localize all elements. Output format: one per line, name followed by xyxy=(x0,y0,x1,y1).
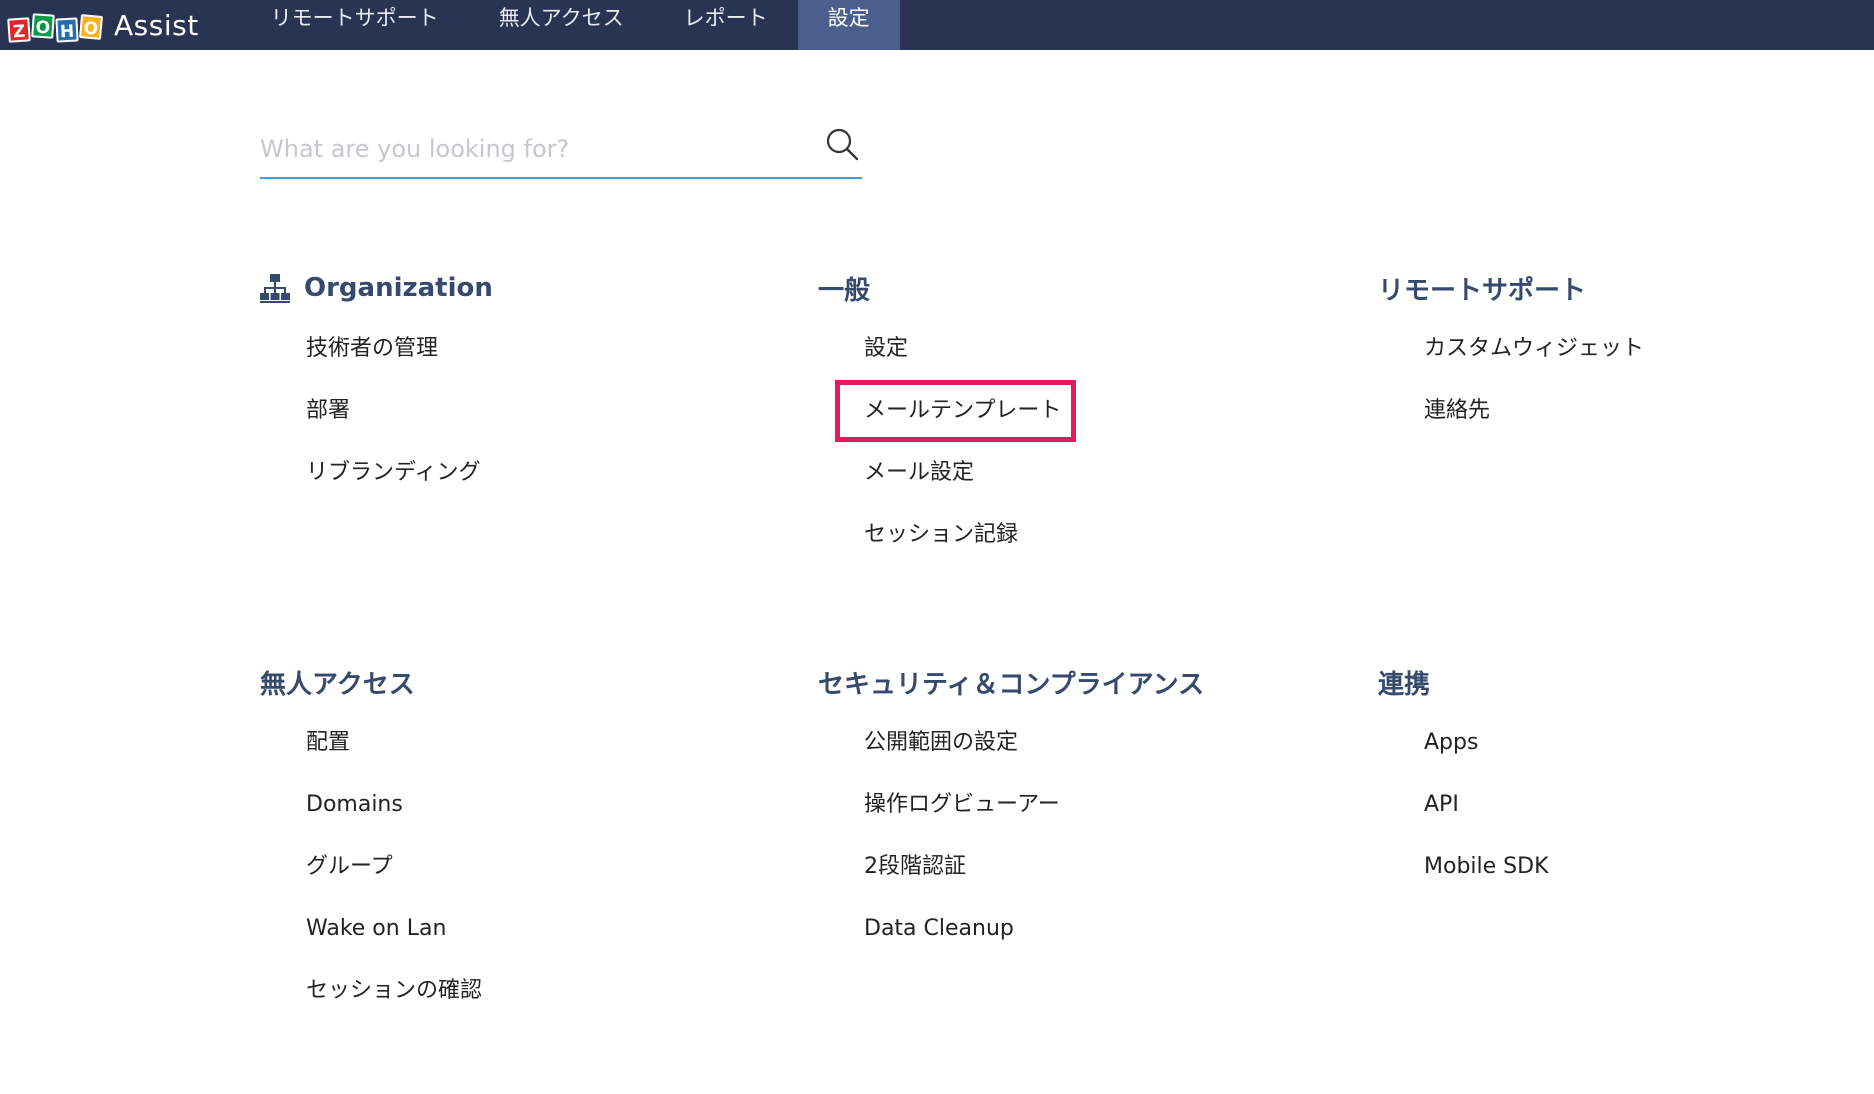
link-departments[interactable]: 部署 xyxy=(306,396,493,458)
section-title-unattended-access: 無人アクセス xyxy=(260,669,415,700)
zoho-assist-logo[interactable]: Z O H O Assist xyxy=(7,0,199,50)
link-contacts[interactable]: 連絡先 xyxy=(1424,396,1644,458)
section-unattended-access: 無人アクセス 配置 Domains グループ Wake on Lan セッション… xyxy=(260,662,482,1038)
link-data-cleanup[interactable]: Data Cleanup xyxy=(864,914,1204,976)
settings-search xyxy=(260,115,862,179)
link-deployment[interactable]: 配置 xyxy=(306,728,482,790)
unattended-links: 配置 Domains グループ Wake on Lan セッションの確認 xyxy=(306,728,482,1038)
link-wake-on-lan[interactable]: Wake on Lan xyxy=(306,914,482,976)
link-session-recording[interactable]: セッション記録 xyxy=(864,520,1071,582)
org-chart-icon xyxy=(260,274,290,303)
link-mobile-sdk[interactable]: Mobile SDK xyxy=(1424,852,1549,914)
link-technician-management[interactable]: 技術者の管理 xyxy=(306,334,493,396)
integration-links: Apps API Mobile SDK xyxy=(1424,728,1549,914)
zoho-logo-icon: Z O H O xyxy=(7,8,104,43)
main-nav-tabs: リモートサポート 無人アクセス レポート 設定 xyxy=(241,0,900,50)
top-navigation-bar: Z O H O Assist リモートサポート 無人アクセス レポート 設定 xyxy=(0,0,1874,50)
zoho-letter-o-2: O xyxy=(78,14,104,40)
link-two-factor-auth[interactable]: 2段階認証 xyxy=(864,852,1204,914)
section-title-organization: Organization xyxy=(304,273,493,303)
link-apps[interactable]: Apps xyxy=(1424,728,1549,790)
link-action-log-viewer[interactable]: 操作ログビューアー xyxy=(864,790,1204,852)
link-domains[interactable]: Domains xyxy=(306,790,482,852)
zoho-letter-o: O xyxy=(31,13,55,39)
link-email-templates[interactable]: メールテンプレート xyxy=(834,380,1077,458)
security-links: 公開範囲の設定 操作ログビューアー 2段階認証 Data Cleanup xyxy=(864,728,1204,976)
section-title-remote-support: リモートサポート xyxy=(1378,275,1587,306)
link-rebranding[interactable]: リブランディング xyxy=(306,458,493,520)
tab-settings[interactable]: 設定 xyxy=(797,0,900,50)
highlight-box: メールテンプレート xyxy=(834,380,1077,442)
link-groups[interactable]: グループ xyxy=(306,852,482,914)
search-icon[interactable] xyxy=(822,125,862,165)
section-title-integrations: 連携 xyxy=(1378,669,1431,700)
product-name: Assist xyxy=(114,8,199,42)
link-api[interactable]: API xyxy=(1424,790,1549,852)
search-input[interactable] xyxy=(260,129,800,169)
section-organization: Organization 技術者の管理 部署 リブランディング xyxy=(260,268,493,520)
section-security-compliance: セキュリティ＆コンプライアンス 公開範囲の設定 操作ログビューアー 2段階認証 … xyxy=(818,662,1204,976)
zoho-letter-z: Z xyxy=(7,17,31,43)
section-general: 一般 設定 メールテンプレート メール設定 セッション記録 xyxy=(818,268,1077,582)
tab-remote-support[interactable]: リモートサポート xyxy=(241,0,469,50)
zoho-letter-h: H xyxy=(55,17,79,43)
section-remote-support: リモートサポート カスタムウィジェット 連絡先 xyxy=(1378,268,1644,458)
remote-support-links: カスタムウィジェット 連絡先 xyxy=(1424,334,1644,458)
organization-links: 技術者の管理 部署 リブランディング xyxy=(306,334,493,520)
link-session-confirmation[interactable]: セッションの確認 xyxy=(306,976,482,1038)
link-visibility-settings[interactable]: 公開範囲の設定 xyxy=(864,728,1204,790)
general-links: 設定 メールテンプレート メール設定 セッション記録 xyxy=(834,334,1077,582)
link-custom-widget[interactable]: カスタムウィジェット xyxy=(1424,334,1644,396)
tab-reports[interactable]: レポート xyxy=(654,0,798,50)
link-email-settings[interactable]: メール設定 xyxy=(864,458,1071,520)
tab-unattended-access[interactable]: 無人アクセス xyxy=(469,0,654,50)
section-title-security: セキュリティ＆コンプライアンス xyxy=(818,669,1205,700)
section-integrations: 連携 Apps API Mobile SDK xyxy=(1378,662,1549,914)
section-title-general: 一般 xyxy=(818,275,871,306)
